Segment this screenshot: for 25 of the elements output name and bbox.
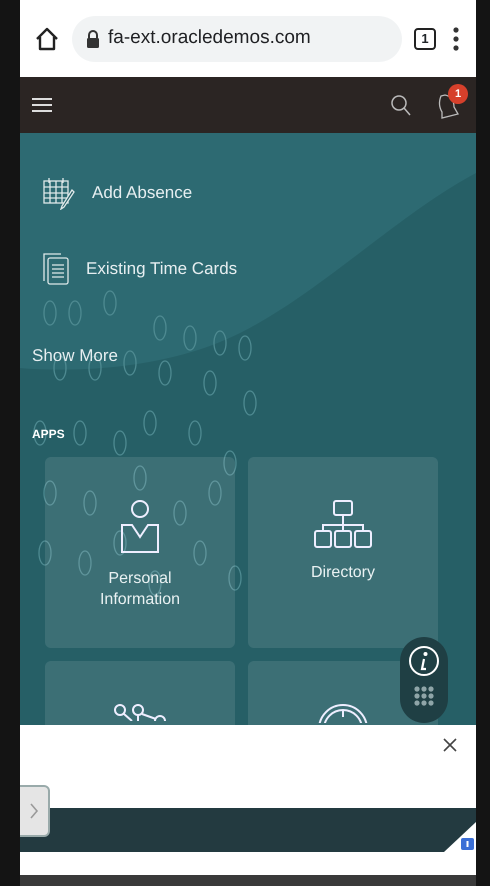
chevron-right-icon — [29, 802, 39, 820]
grid-icon[interactable] — [413, 685, 435, 707]
menu-icon[interactable] — [32, 97, 52, 113]
calendar-edit-icon — [42, 176, 76, 210]
search-icon[interactable] — [390, 94, 412, 116]
tab-count-button[interactable]: 1 — [414, 28, 436, 50]
clock-icon — [317, 703, 369, 723]
address-bar[interactable]: fa-ext.oracledemos.com — [72, 16, 402, 62]
url-text: fa-ext.oracledemos.com — [108, 26, 311, 50]
documents-icon — [42, 252, 70, 286]
app-tile[interactable]: Directory — [248, 457, 438, 648]
show-more-link[interactable]: Show More — [32, 343, 118, 368]
app-tile[interactable]: Personal Information — [45, 457, 235, 648]
notification-badge: 1 — [448, 84, 468, 104]
close-icon[interactable] — [443, 738, 457, 752]
network-icon — [112, 703, 168, 721]
org-chart-icon — [314, 499, 372, 549]
quick-action-link[interactable]: Existing Time Cards — [20, 249, 476, 289]
home-icon[interactable] — [34, 26, 60, 50]
lock-badge-icon[interactable] — [444, 822, 476, 852]
section-heading: APPS — [32, 426, 66, 443]
info-icon[interactable] — [408, 645, 440, 677]
person-icon — [119, 499, 161, 555]
lock-icon — [86, 30, 100, 48]
quick-action-link[interactable]: Add Absence — [20, 173, 476, 213]
